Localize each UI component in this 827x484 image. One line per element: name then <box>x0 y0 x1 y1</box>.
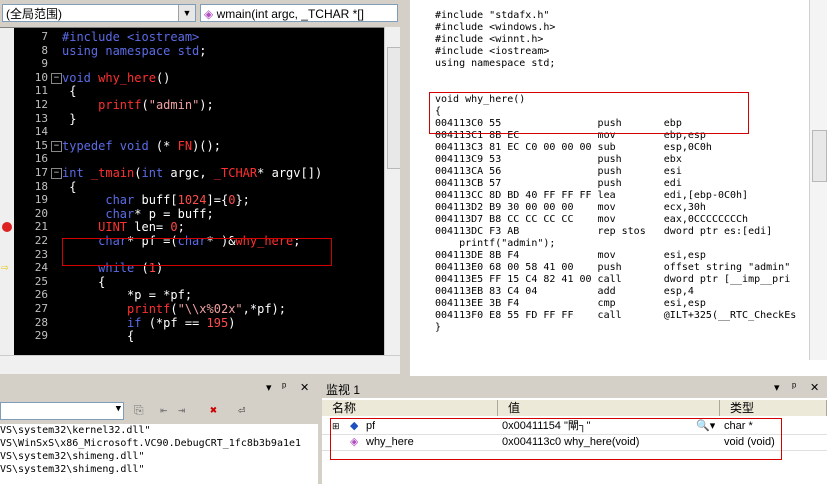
code-editor[interactable]: 7 #include <iostream> 8 using namespace std… <box>0 27 385 356</box>
close-icon[interactable]: ✕ <box>810 381 819 394</box>
line-number: 24 <box>34 261 48 275</box>
line-number: 12 <box>34 98 48 111</box>
line-number: 19 <box>34 193 48 207</box>
find-icon[interactable]: ⎘ <box>134 403 144 418</box>
function-combo[interactable]: ◈ wmain(int argc, _TCHAR *[] <box>200 4 398 22</box>
dropdown-icon[interactable]: ▾ <box>774 381 780 394</box>
editor-vertical-scrollbar[interactable] <box>384 27 400 355</box>
output-text[interactable]: VS\system32\kernel32.dll" VS\WinSxS\x86_M… <box>0 424 318 484</box>
code-line[interactable]: void why_here() <box>62 71 170 85</box>
next-icon[interactable]: ⇥ <box>178 403 185 417</box>
chevron-down-icon[interactable]: ▼ <box>116 404 121 414</box>
chevron-down-icon[interactable]: ▼ <box>178 5 195 21</box>
line-number: 22 <box>34 234 48 247</box>
line-number: 13 <box>34 111 48 125</box>
code-line[interactable]: typedef void (* FN)(); <box>62 139 221 153</box>
column-header-value[interactable]: 值 <box>498 400 720 416</box>
code-line[interactable]: printf("admin"); <box>62 98 214 112</box>
code-line[interactable]: #include <iostream> <box>62 30 199 44</box>
scroll-thumb[interactable] <box>387 47 400 169</box>
code-line[interactable]: { <box>62 329 134 343</box>
line-number: 14 <box>34 125 48 139</box>
code-line[interactable]: { <box>62 275 105 289</box>
scroll-thumb[interactable] <box>812 130 827 182</box>
disassembly-pane: #include "stdafx.h" #include <windows.h>… <box>410 0 827 376</box>
editor-horizontal-scrollbar[interactable] <box>0 355 400 374</box>
output-source-select[interactable]: ▼ <box>0 402 124 420</box>
line-number: 27 <box>34 302 48 315</box>
line-number: 23 <box>34 247 48 261</box>
line-number: 8 <box>41 43 48 57</box>
disassembly-scrollbar[interactable] <box>809 0 827 360</box>
line-number: 25 <box>34 274 48 288</box>
line-number: 28 <box>34 315 48 329</box>
output-line: VS\WinSxS\x86_Microsoft.VC90.DebugCRT_1f… <box>0 438 302 449</box>
line-number: 9 <box>41 57 48 71</box>
scope-combo[interactable]: (全局范围) ▼ <box>2 4 196 22</box>
wrap-icon[interactable]: ⏎ <box>238 403 245 417</box>
pin-icon[interactable]: ᵖ <box>282 381 286 393</box>
output-titlebar: ▾ ᵖ ✕ <box>0 378 318 398</box>
fold-toggle-icon[interactable]: − <box>51 72 62 84</box>
code-line[interactable]: { <box>62 180 76 194</box>
line-number: 10 <box>34 70 48 84</box>
line-number: 18 <box>34 179 48 193</box>
code-line[interactable]: char* p = buff; <box>62 207 213 221</box>
output-line: VS\system32\shimeng.dll" <box>0 464 145 475</box>
watch-titlebar: 监视 1 ▾ ᵖ ✕ <box>322 378 827 398</box>
clear-icon[interactable]: ✖ <box>210 403 217 417</box>
fold-toggle-icon[interactable]: − <box>51 168 62 179</box>
watch-title: 监视 1 <box>326 383 361 397</box>
code-line[interactable]: using namespace std; <box>62 44 207 58</box>
highlight-box-function <box>429 92 749 134</box>
code-line[interactable]: { <box>62 84 76 98</box>
output-toolbar: ▼ ⎘ ⇤ ⇥ ✖ ⏎ <box>0 400 318 422</box>
disassembly-text[interactable]: #include "stdafx.h" #include <windows.h>… <box>435 10 796 334</box>
scope-combo-value: (全局范围) <box>6 7 62 21</box>
code-line[interactable]: printf("\\x%02x",*pf); <box>62 302 286 316</box>
column-header-name[interactable]: 名称 <box>322 400 498 416</box>
output-pane: ▾ ᵖ ✕ ▼ ⎘ ⇤ ⇥ ✖ ⏎ VS\system32\kernel32.d… <box>0 378 318 484</box>
code-line[interactable]: int _tmain(int argc, _TCHAR* argv[]) <box>62 166 322 180</box>
dropdown-icon[interactable]: ▾ <box>266 381 272 394</box>
line-number: 7 <box>41 30 48 43</box>
highlight-box-assignment <box>62 238 332 266</box>
line-number: 11 <box>34 84 48 98</box>
line-number: 17 <box>34 166 48 179</box>
pin-icon[interactable]: ᵖ <box>792 381 796 393</box>
function-combo-value: wmain(int argc, _TCHAR *[] <box>216 7 364 21</box>
line-number: 26 <box>34 288 48 302</box>
current-line-arrow-icon: ⇨ <box>1 260 9 275</box>
code-line[interactable]: char buff[1024]={0}; <box>62 193 250 207</box>
line-number: 20 <box>34 206 48 220</box>
watch-pane: 监视 1 ▾ ᵖ ✕ 名称 值 类型 ⊞ ◆ pf 0x00411154 "閘┐… <box>322 378 827 484</box>
editor-gutter[interactable] <box>0 28 14 356</box>
prev-icon[interactable]: ⇤ <box>160 403 167 417</box>
highlight-box-watch <box>330 418 782 460</box>
line-number: 15 <box>34 138 48 152</box>
fold-toggle-icon[interactable]: − <box>51 140 62 152</box>
line-number: 21 <box>34 220 48 234</box>
source-editor-pane: (全局范围) ▼ ◈ wmain(int argc, _TCHAR *[] 7 #… <box>0 0 400 376</box>
code-line[interactable]: UINT len= 0; <box>62 220 185 234</box>
column-header-type[interactable]: 类型 <box>720 400 827 416</box>
code-line[interactable]: if (*pf == 195) <box>62 316 235 330</box>
close-icon[interactable]: ✕ <box>300 381 309 394</box>
line-number: 29 <box>34 329 48 343</box>
output-line: VS\system32\kernel32.dll" <box>0 425 151 436</box>
code-line[interactable]: } <box>62 112 76 126</box>
code-line[interactable]: *p = *pf; <box>62 288 192 302</box>
function-icon: ◈ <box>204 7 214 21</box>
line-number: 16 <box>34 152 48 166</box>
output-line: VS\system32\shimeng.dll" <box>0 451 145 462</box>
